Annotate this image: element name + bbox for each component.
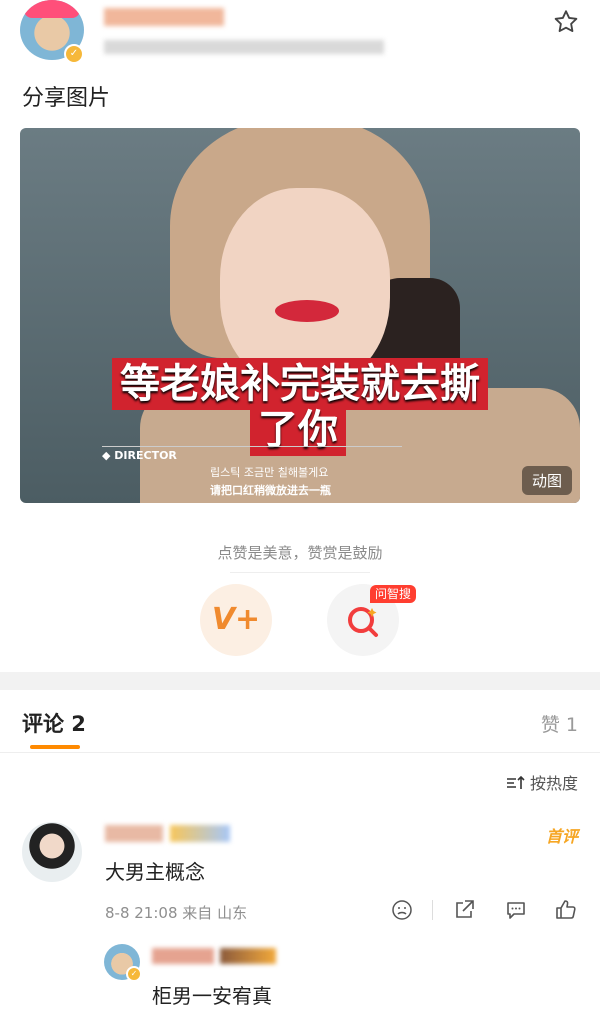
first-comment-tag: 首评	[545, 827, 578, 846]
like-icon[interactable]	[554, 898, 578, 922]
sort-button[interactable]: 按热度	[506, 770, 578, 794]
tab-active-indicator	[30, 745, 80, 749]
share-icon[interactable]	[452, 898, 476, 922]
director-text: DIRECTOR	[114, 449, 177, 462]
comment-meta: 8-8 21:08 来自 山东	[105, 902, 247, 923]
avatar-sticker	[24, 0, 80, 18]
tabs-divider	[0, 752, 600, 753]
commenter-badge	[170, 825, 230, 842]
commenter-avatar[interactable]	[22, 822, 82, 882]
reward-caption: 点赞是美意，赞赏是鼓励	[217, 544, 383, 562]
sort-icon	[506, 775, 525, 789]
vplus-icon: V+	[211, 602, 261, 637]
gif-badge: 动图	[521, 466, 572, 495]
action-divider	[432, 900, 433, 920]
comment-time: 8-8 21:08	[105, 904, 178, 922]
comment-text: 大男主概念	[105, 860, 205, 884]
author-name[interactable]	[104, 8, 224, 26]
media-lips	[275, 300, 339, 322]
post-meta-redacted	[104, 40, 384, 54]
star-outline-icon[interactable]	[552, 8, 580, 36]
commenter-name[interactable]	[105, 825, 163, 842]
replier-verified-icon: ✓	[126, 966, 142, 982]
dislike-icon[interactable]	[390, 898, 414, 922]
comment-source-prefix: 来自	[182, 904, 213, 922]
tab-comments[interactable]: 评论 2	[22, 708, 86, 738]
tab-likes[interactable]: 赞 1	[541, 710, 578, 737]
verified-badge-icon: ✓	[64, 44, 84, 64]
replier-badge	[220, 948, 276, 964]
vplus-reward-button[interactable]: V+	[200, 584, 272, 656]
zhisou-badge: 问智搜	[370, 585, 417, 603]
media-korean-subtitle: 립스틱 조금만 칠해볼게요	[210, 466, 329, 479]
comment-location: 山东	[217, 904, 248, 922]
reward-divider	[230, 572, 370, 573]
media-subtitle-line1: 等老娘补完装就去撕	[112, 358, 488, 410]
reply-icon[interactable]	[504, 898, 528, 922]
sort-label: 按热度	[529, 774, 578, 793]
post-text: 分享图片	[22, 86, 111, 111]
post-media-gif[interactable]: 等老娘补完装就去撕 了你 ◆ DIRECTOR 립스틱 조금만 칠해볼게요 请把…	[20, 128, 580, 503]
media-chinese-subtitle: 请把口红稍微放进去一瓶	[210, 484, 331, 497]
section-separator	[0, 672, 600, 690]
replier-name[interactable]	[152, 948, 214, 964]
